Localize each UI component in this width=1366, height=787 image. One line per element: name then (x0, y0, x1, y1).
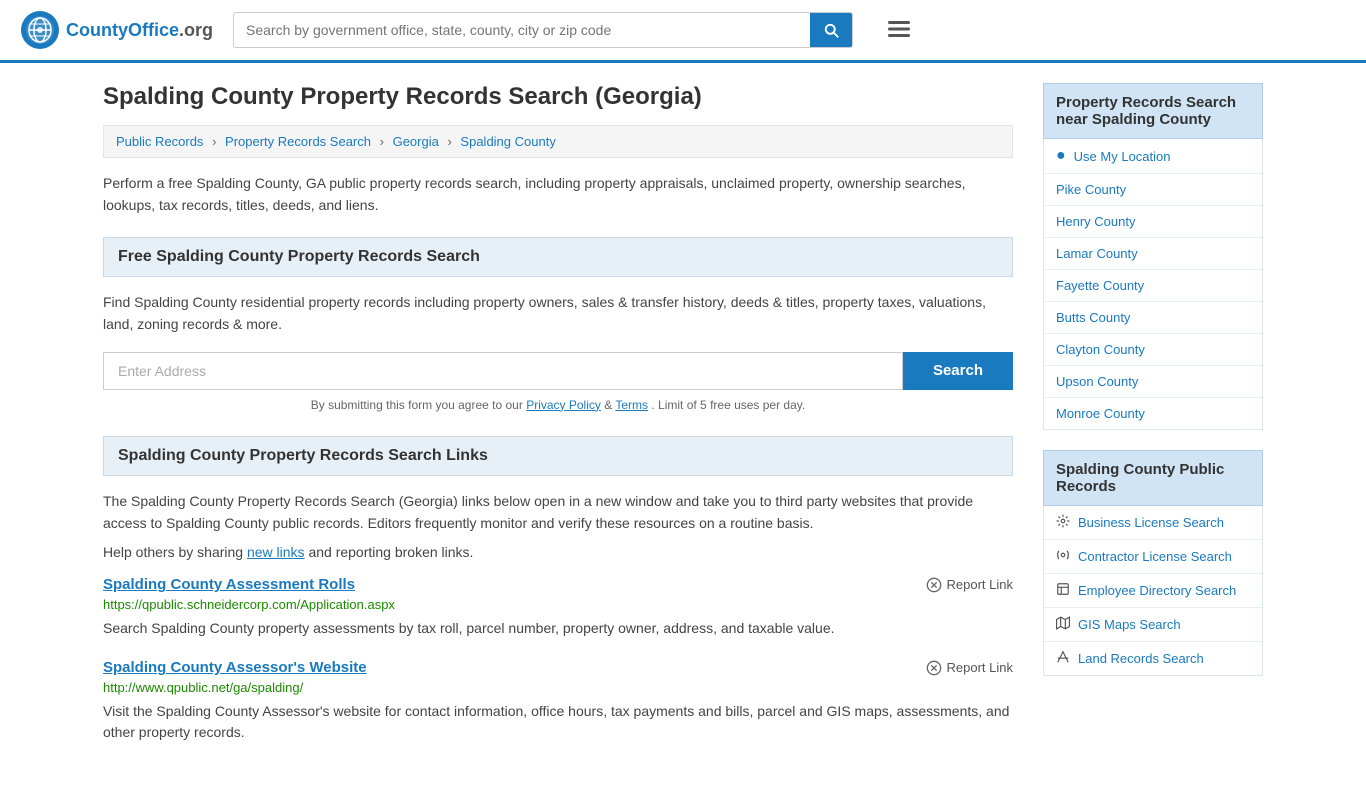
sidebar-pike-county: Pike County (1044, 174, 1262, 206)
breadcrumb: Public Records › Property Records Search… (103, 125, 1013, 158)
address-search-row: Search (103, 352, 1013, 390)
use-my-location-link[interactable]: Use My Location (1074, 149, 1171, 164)
link-card-1-desc: Visit the Spalding County Assessor's web… (103, 701, 1013, 743)
sidebar-butts-county: Butts County (1044, 302, 1262, 334)
link-card-0-url: https://qpublic.schneidercorp.com/Applic… (103, 597, 1013, 612)
logo-text: CountyOffice.org (66, 20, 213, 41)
breadcrumb-property-records-search[interactable]: Property Records Search (225, 134, 371, 149)
site-logo[interactable]: CountyOffice.org (20, 10, 213, 50)
new-links-link[interactable]: new links (247, 544, 305, 560)
business-license-icon (1056, 514, 1070, 531)
monroe-county-link[interactable]: Monroe County (1056, 406, 1145, 421)
land-records-item: Land Records Search (1044, 642, 1262, 675)
contractor-license-item: Contractor License Search (1044, 540, 1262, 574)
henry-county-link[interactable]: Henry County (1056, 214, 1135, 229)
free-search-section: Free Spalding County Property Records Se… (103, 237, 1013, 412)
share-links-text: Help others by sharing new links and rep… (103, 544, 1013, 560)
employee-directory-link[interactable]: Employee Directory Search (1078, 583, 1236, 598)
nearby-counties-list: ● Use My Location Pike County Henry Coun… (1043, 139, 1263, 430)
free-search-header: Free Spalding County Property Records Se… (103, 237, 1013, 277)
header-search-bar (233, 12, 853, 48)
sidebar-upson-county: Upson County (1044, 366, 1262, 398)
links-section-header: Spalding County Property Records Search … (103, 436, 1013, 476)
use-location-item: ● Use My Location (1044, 139, 1262, 174)
sidebar-monroe-county: Monroe County (1044, 398, 1262, 429)
contractor-license-link[interactable]: Contractor License Search (1078, 549, 1232, 564)
logo-icon (20, 10, 60, 50)
sidebar-lamar-county: Lamar County (1044, 238, 1262, 270)
link-card-1-title[interactable]: Spalding County Assessor's Website (103, 659, 367, 676)
link-card-1-url: http://www.qpublic.net/ga/spalding/ (103, 680, 1013, 695)
sidebar-fayette-county: Fayette County (1044, 270, 1262, 302)
report-link-button-0[interactable]: Report Link (926, 577, 1013, 593)
employee-directory-icon (1056, 582, 1070, 599)
butts-county-link[interactable]: Butts County (1056, 310, 1130, 325)
sidebar-henry-county: Henry County (1044, 206, 1262, 238)
breadcrumb-georgia[interactable]: Georgia (393, 134, 439, 149)
search-icon (822, 21, 840, 39)
header-search-button[interactable] (810, 13, 852, 47)
sidebar: Property Records Search near Spalding Co… (1043, 83, 1263, 767)
link-card-0: Spalding County Assessment Rolls Report … (103, 576, 1013, 639)
nearby-counties-header: Property Records Search near Spalding Co… (1043, 83, 1263, 139)
business-license-link[interactable]: Business License Search (1078, 515, 1224, 530)
lamar-county-link[interactable]: Lamar County (1056, 246, 1138, 261)
hamburger-icon (885, 15, 913, 43)
fayette-county-link[interactable]: Fayette County (1056, 278, 1144, 293)
links-desc: The Spalding County Property Records Sea… (103, 490, 1013, 535)
free-search-desc: Find Spalding County residential propert… (103, 291, 1013, 336)
form-disclaimer: By submitting this form you agree to our… (103, 398, 1013, 412)
gis-maps-item: GIS Maps Search (1044, 608, 1262, 642)
report-icon-0 (926, 577, 942, 593)
main-content: Spalding County Property Records Search … (103, 83, 1013, 767)
public-records-list: Business License Search Contractor Licen… (1043, 506, 1263, 676)
sidebar-clayton-county: Clayton County (1044, 334, 1262, 366)
link-card-0-header: Spalding County Assessment Rolls Report … (103, 576, 1013, 593)
intro-text: Perform a free Spalding County, GA publi… (103, 172, 1013, 217)
public-records-section: Spalding County Public Records Business … (1043, 450, 1263, 676)
upson-county-link[interactable]: Upson County (1056, 374, 1138, 389)
contractor-license-icon (1056, 548, 1070, 565)
link-card-0-desc: Search Spalding County property assessme… (103, 618, 1013, 639)
links-section: Spalding County Property Records Search … (103, 436, 1013, 744)
hamburger-button[interactable] (881, 11, 917, 50)
link-card-1: Spalding County Assessor's Website Repor… (103, 659, 1013, 743)
land-records-icon (1056, 650, 1070, 667)
public-records-header: Spalding County Public Records (1043, 450, 1263, 506)
search-button[interactable]: Search (903, 352, 1013, 390)
terms-link[interactable]: Terms (615, 398, 648, 412)
address-input[interactable] (103, 352, 903, 390)
nearby-counties-section: Property Records Search near Spalding Co… (1043, 83, 1263, 430)
page-title: Spalding County Property Records Search … (103, 83, 1013, 111)
gis-maps-link[interactable]: GIS Maps Search (1078, 617, 1181, 632)
business-license-item: Business License Search (1044, 506, 1262, 540)
link-card-1-header: Spalding County Assessor's Website Repor… (103, 659, 1013, 676)
clayton-county-link[interactable]: Clayton County (1056, 342, 1145, 357)
gis-maps-icon (1056, 616, 1070, 633)
breadcrumb-public-records[interactable]: Public Records (116, 134, 203, 149)
report-icon-1 (926, 660, 942, 676)
location-pin-icon: ● (1056, 147, 1066, 165)
employee-directory-item: Employee Directory Search (1044, 574, 1262, 608)
breadcrumb-spalding-county[interactable]: Spalding County (460, 134, 555, 149)
report-link-button-1[interactable]: Report Link (926, 660, 1013, 676)
privacy-policy-link[interactable]: Privacy Policy (526, 398, 601, 412)
link-card-0-title[interactable]: Spalding County Assessment Rolls (103, 576, 355, 593)
site-header: CountyOffice.org (0, 0, 1366, 63)
header-search-input[interactable] (234, 14, 810, 46)
page-container: Spalding County Property Records Search … (83, 63, 1283, 787)
pike-county-link[interactable]: Pike County (1056, 182, 1126, 197)
land-records-link[interactable]: Land Records Search (1078, 651, 1204, 666)
